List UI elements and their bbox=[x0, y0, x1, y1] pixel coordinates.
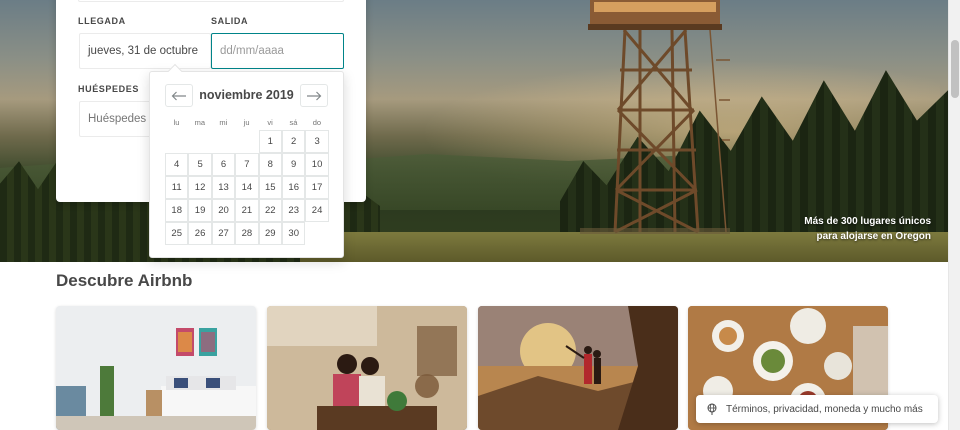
weekday-label: sá bbox=[289, 118, 298, 127]
footer-links-label: Términos, privacidad, moneda y mucho más bbox=[726, 403, 923, 415]
calendar-day[interactable]: 15 bbox=[258, 176, 282, 199]
date-picker-calendar: noviembre 2019 lu ma mi ju vi sá do 1234567891… bbox=[149, 63, 344, 258]
airbnb-home-page: Más de 300 lugares únicos para alojarse … bbox=[0, 0, 960, 430]
destination-field[interactable] bbox=[78, 0, 344, 2]
calendar-day[interactable]: 14 bbox=[235, 176, 259, 199]
calendar-day[interactable]: 4 bbox=[165, 153, 189, 176]
calendar-day[interactable]: 23 bbox=[282, 199, 306, 222]
hero-caption-line1: Más de 300 lugares únicos bbox=[804, 216, 931, 227]
weekday-label: vi bbox=[267, 118, 273, 127]
guests-label: HUÉSPEDES bbox=[78, 84, 139, 94]
checkin-input[interactable]: jueves, 31 de octubre bbox=[79, 33, 211, 69]
discover-card-experiences[interactable] bbox=[267, 306, 467, 430]
discover-section-title: Descubre Airbnb bbox=[56, 271, 193, 290]
calendar-day[interactable]: 9 bbox=[282, 153, 306, 176]
calendar-day[interactable]: 5 bbox=[188, 153, 212, 176]
footer-links-button[interactable]: Términos, privacidad, moneda y mucho más bbox=[696, 395, 938, 423]
next-month-button[interactable] bbox=[300, 84, 328, 107]
calendar-day[interactable]: 17 bbox=[305, 176, 329, 199]
calendar-day[interactable]: 16 bbox=[282, 176, 306, 199]
weekday-label: mi bbox=[219, 118, 228, 127]
calendar-day[interactable]: 21 bbox=[235, 199, 259, 222]
lookout-tower-illustration bbox=[580, 0, 730, 234]
hero-caption[interactable]: Más de 300 lugares únicos para alojarse … bbox=[804, 214, 931, 244]
calendar-day[interactable]: 13 bbox=[211, 176, 236, 199]
weekday-label: do bbox=[312, 118, 322, 127]
arrow-right-icon bbox=[307, 91, 322, 100]
checkout-input[interactable]: dd/mm/aaaa bbox=[211, 33, 344, 69]
calendar-day[interactable]: 27 bbox=[211, 222, 236, 245]
calendar-day[interactable]: 28 bbox=[235, 222, 259, 245]
globe-icon bbox=[707, 403, 717, 415]
calendar-day[interactable]: 19 bbox=[188, 199, 212, 222]
calendar-day[interactable]: 26 bbox=[188, 222, 212, 245]
calendar-day[interactable]: 7 bbox=[235, 153, 259, 176]
calendar-day[interactable]: 22 bbox=[258, 199, 282, 222]
calendar-day[interactable]: 30 bbox=[282, 222, 306, 245]
calendar-day[interactable]: 12 bbox=[188, 176, 212, 199]
hero-caption-line2: para alojarse en Oregon bbox=[816, 231, 932, 242]
page-scrollbar[interactable] bbox=[948, 0, 960, 430]
weekday-label: lu bbox=[173, 118, 180, 127]
scrollbar-thumb[interactable] bbox=[951, 40, 959, 98]
cooking-photo bbox=[267, 306, 467, 430]
calendar-day[interactable]: 8 bbox=[258, 153, 282, 176]
calendar-day[interactable]: 3 bbox=[305, 130, 329, 153]
calendar-day[interactable]: 20 bbox=[211, 199, 236, 222]
checkout-label: SALIDA bbox=[211, 16, 249, 26]
calendar-day[interactable]: 6 bbox=[211, 153, 236, 176]
checkin-label: LLEGADA bbox=[78, 16, 126, 26]
hiking-photo bbox=[478, 306, 678, 430]
weekday-label: ma bbox=[194, 118, 206, 127]
calendar-day[interactable]: 18 bbox=[165, 199, 189, 222]
discover-card-adventures[interactable] bbox=[478, 306, 678, 430]
calendar-day[interactable]: 25 bbox=[165, 222, 189, 245]
calendar-day[interactable]: 11 bbox=[165, 176, 189, 199]
bedroom-photo bbox=[56, 306, 256, 430]
discover-card-stays[interactable] bbox=[56, 306, 256, 430]
calendar-day[interactable]: 2 bbox=[282, 130, 306, 153]
calendar-day[interactable]: 10 bbox=[305, 153, 329, 176]
calendar-day[interactable]: 1 bbox=[258, 130, 282, 153]
weekday-label: ju bbox=[243, 118, 250, 127]
calendar-day[interactable]: 29 bbox=[258, 222, 282, 245]
calendar-day[interactable]: 24 bbox=[305, 199, 329, 222]
